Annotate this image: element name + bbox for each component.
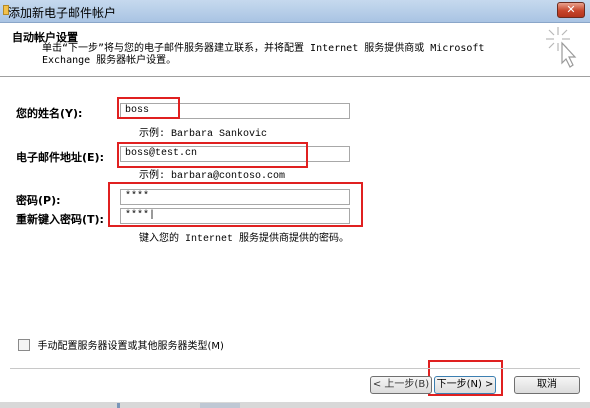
button-separator [10, 368, 580, 369]
header-description-line2: Exchange 服务器帐户设置。 [42, 55, 177, 66]
highlight-password [108, 182, 363, 227]
cancel-button[interactable]: 取消 [514, 376, 580, 394]
taskbar-item [117, 403, 120, 408]
taskbar-item [200, 403, 240, 408]
retype-password-label: 重新键入密码(T): [16, 213, 104, 226]
password-label: 密码(P): [16, 194, 61, 207]
sparkle-cursor-icon [546, 27, 577, 68]
email-label: 电子邮件地址(E): [16, 151, 104, 164]
highlight-email [117, 142, 308, 168]
email-example: 示例: barbara@contoso.com [139, 171, 286, 182]
manual-config-label: 手动配置服务器设置或其他服务器类型(M) [37, 341, 224, 352]
manual-config-row[interactable]: 手动配置服务器设置或其他服务器类型(M) [18, 337, 224, 352]
window-title: 添加新电子邮件帐户 [8, 6, 117, 20]
back-button[interactable]: < 上一步(B) [370, 376, 432, 394]
manual-config-checkbox[interactable] [18, 338, 30, 351]
add-email-account-dialog: 添加新电子邮件帐户 ✕ 自动帐户设置 单击“下一步”将与您的电子邮件服务器建立联… [0, 0, 590, 408]
name-example: 示例: Barbara Sankovic [139, 129, 268, 140]
password-hint: 键入您的 Internet 服务提供商提供的密码。 [139, 234, 350, 245]
next-button[interactable]: 下一步(N) > [434, 376, 496, 394]
header-panel: 自动帐户设置 单击“下一步”将与您的电子邮件服务器建立联系，并将配置 Inter… [0, 23, 590, 77]
title-bar: 添加新电子邮件帐户 ✕ [0, 0, 590, 23]
close-button[interactable]: ✕ [557, 2, 585, 18]
header-description-line1: 单击“下一步”将与您的电子邮件服务器建立联系，并将配置 Internet 服务提… [42, 43, 485, 54]
name-label: 您的姓名(Y): [16, 107, 83, 120]
highlight-name [117, 97, 180, 119]
taskbar-strip [0, 402, 590, 408]
header-description: 单击“下一步”将与您的电子邮件服务器建立联系，并将配置 Internet 服务提… [42, 43, 522, 67]
